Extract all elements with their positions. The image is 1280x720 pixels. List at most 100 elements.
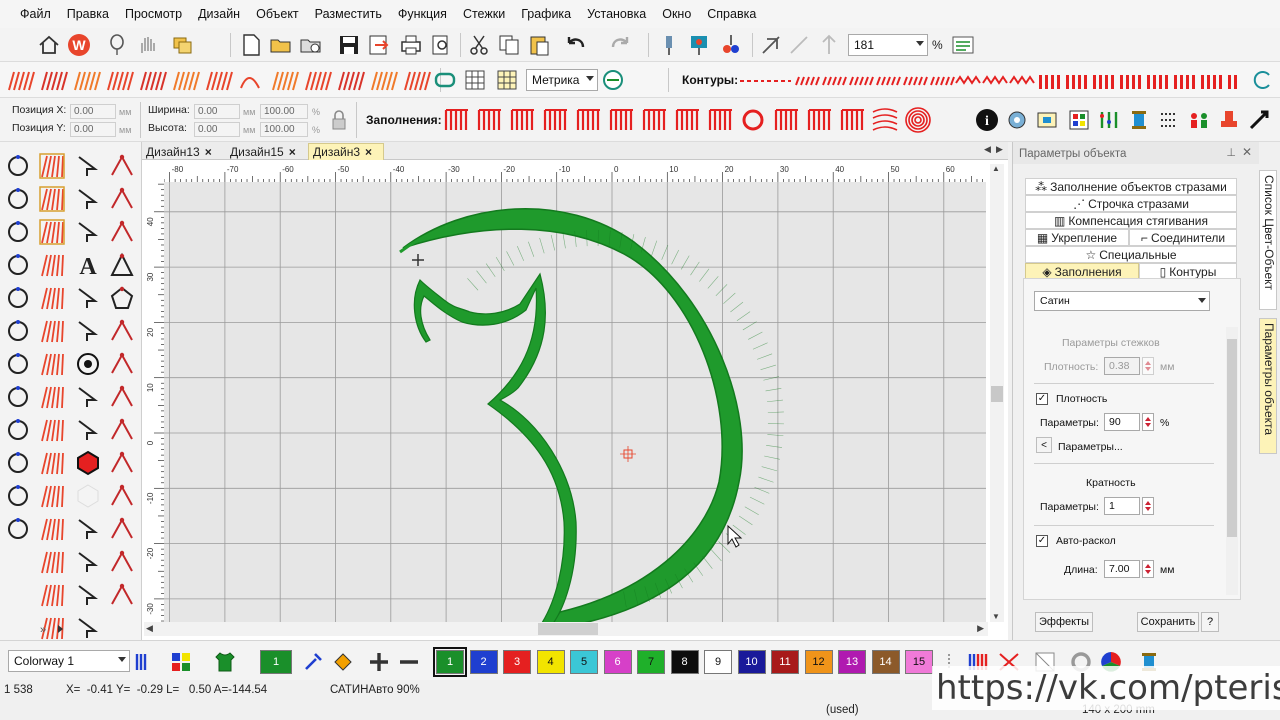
tab-rhinestone-line[interactable]: ⋰ Строчка стразами: [1025, 195, 1237, 212]
color-swatch[interactable]: 4: [536, 650, 565, 674]
export-icon[interactable]: [366, 32, 392, 58]
wilcom-logo-icon[interactable]: W: [66, 32, 92, 58]
density-spinner[interactable]: [1142, 357, 1154, 375]
stitch-tool-icon[interactable]: [41, 71, 68, 91]
fill-red-icon[interactable]: [39, 186, 65, 212]
fill-tool-icon[interactable]: [39, 153, 65, 179]
stamp-icon[interactable]: [1216, 107, 1242, 133]
autosplit-checkbox[interactable]: ✓: [1036, 535, 1048, 547]
scroll-right-arrow[interactable]: ▶: [977, 623, 984, 634]
fill-tool-icon[interactable]: [576, 109, 600, 130]
ruler-grid-icon[interactable]: [494, 67, 520, 93]
sun-icon[interactable]: [8, 518, 28, 539]
pin-icon[interactable]: ⊥: [1226, 146, 1236, 159]
contour-tool-icon[interactable]: [1039, 75, 1060, 89]
pos-x-field[interactable]: 0.00: [70, 104, 116, 119]
perspective-icon[interactable]: [111, 484, 133, 506]
color-swatch[interactable]: 5: [570, 650, 598, 674]
zoom-select[interactable]: 181: [848, 34, 928, 56]
toolbox-more-icon[interactable]: »: [40, 624, 46, 636]
scribble-icon[interactable]: [41, 518, 64, 541]
contour-tool-icon[interactable]: [1066, 75, 1087, 89]
params-spinner[interactable]: [1142, 413, 1154, 431]
measure-icon[interactable]: [600, 67, 626, 93]
menu-item[interactable]: Стежки: [455, 7, 513, 21]
menu-item[interactable]: Окно: [654, 7, 699, 21]
radial-fill-icon[interactable]: [41, 551, 64, 574]
contour-tool-icon[interactable]: [1201, 75, 1222, 89]
tab-connectors[interactable]: ⌐ Соединители: [1129, 229, 1237, 246]
knife-icon[interactable]: [111, 550, 133, 572]
tab-special[interactable]: ☆ Специальные: [1025, 246, 1237, 263]
contour-tool-icon[interactable]: [955, 75, 981, 85]
design-canvas[interactable]: [164, 182, 986, 622]
select-arrow-icon[interactable]: [78, 156, 98, 176]
menu-item[interactable]: Просмотр: [117, 7, 190, 21]
brush-icon[interactable]: [8, 419, 28, 440]
print-icon[interactable]: [398, 32, 424, 58]
width-percent-field[interactable]: 100.00: [260, 104, 308, 119]
garment-icon[interactable]: [212, 649, 238, 675]
stitch-tool-icon[interactable]: [371, 71, 398, 91]
fill-tool-icon[interactable]: [444, 109, 468, 130]
wave-fill-icon[interactable]: [41, 419, 64, 442]
tabs-scroll-right-icon[interactable]: ▶: [996, 144, 1003, 155]
color-swatch[interactable]: 14: [871, 650, 900, 674]
menu-item[interactable]: Справка: [699, 7, 764, 21]
rectangle-icon[interactable]: [8, 254, 28, 275]
fill-tool-icon[interactable]: [675, 109, 699, 130]
tab-underlay[interactable]: ▦ Укрепление: [1025, 229, 1129, 246]
vertical-scroll-thumb[interactable]: [991, 386, 1003, 402]
contour-tool-icon[interactable]: [876, 76, 901, 86]
circle-target-icon[interactable]: [77, 353, 99, 375]
home-icon[interactable]: [36, 32, 62, 58]
stamp-ring-icon[interactable]: [111, 418, 133, 440]
open-recent-icon[interactable]: [298, 32, 324, 58]
fill-tool-icon[interactable]: [807, 109, 831, 130]
digitize-outline-icon[interactable]: [8, 155, 28, 176]
star-stitch-icon[interactable]: [41, 584, 64, 607]
fill-tool-icon[interactable]: [477, 109, 501, 130]
gradient-fill-icon[interactable]: [41, 320, 64, 343]
contour-tool-icon[interactable]: [903, 76, 928, 86]
contour-tool-icon[interactable]: [1174, 75, 1195, 89]
info-icon[interactable]: i: [974, 107, 1000, 133]
palette-grid-icon[interactable]: [168, 649, 194, 675]
pipe-icon[interactable]: [111, 319, 133, 341]
color-swatch[interactable]: 12: [804, 650, 833, 674]
object-list-icon[interactable]: [950, 32, 976, 58]
lock-proportions-icon[interactable]: [326, 107, 352, 133]
undo-icon[interactable]: [562, 32, 588, 58]
menu-item[interactable]: Объект: [248, 7, 307, 21]
layers-icon[interactable]: [78, 585, 98, 605]
menu-item[interactable]: Функция: [390, 7, 455, 21]
fill-tool-icon[interactable]: [543, 109, 567, 130]
panel-scrollbar[interactable]: [1226, 327, 1238, 595]
menu-item[interactable]: Правка: [59, 7, 117, 21]
stitch-tool-icon[interactable]: [305, 71, 332, 91]
copy-icon[interactable]: [496, 32, 522, 58]
colorway-list-icon[interactable]: [132, 649, 158, 675]
fill-tool-icon[interactable]: [905, 107, 931, 133]
auto-digitize-icon[interactable]: [1246, 107, 1272, 133]
contour-tool-icon[interactable]: [849, 76, 874, 86]
stipple-icon[interactable]: [41, 353, 64, 376]
colorway-select[interactable]: Colorway 1: [8, 650, 130, 672]
reshape-icon[interactable]: [111, 154, 133, 176]
color-swatch[interactable]: 8: [670, 650, 699, 674]
fill-type-icons[interactable]: [444, 104, 964, 136]
paint-bucket-icon[interactable]: [330, 649, 356, 675]
tabs-scroll-left-icon[interactable]: ◀: [984, 144, 991, 155]
satin-fill-icon[interactable]: [39, 219, 65, 245]
color-swatch[interactable]: 3: [503, 650, 531, 674]
panel-close-icon[interactable]: ✕: [1242, 145, 1252, 159]
travel-node-icon[interactable]: [78, 222, 98, 242]
color-swatch[interactable]: 6: [603, 650, 632, 674]
pencil-icon[interactable]: [78, 519, 98, 539]
stitch-type-icons[interactable]: [6, 66, 436, 96]
lettering-icon[interactable]: A: [79, 254, 97, 280]
color-swatch[interactable]: 7: [637, 650, 665, 674]
scroll-down-arrow[interactable]: ▼: [992, 612, 1002, 622]
color-swatch[interactable]: 15: [905, 650, 933, 674]
fill-tool-icon[interactable]: [510, 109, 534, 130]
